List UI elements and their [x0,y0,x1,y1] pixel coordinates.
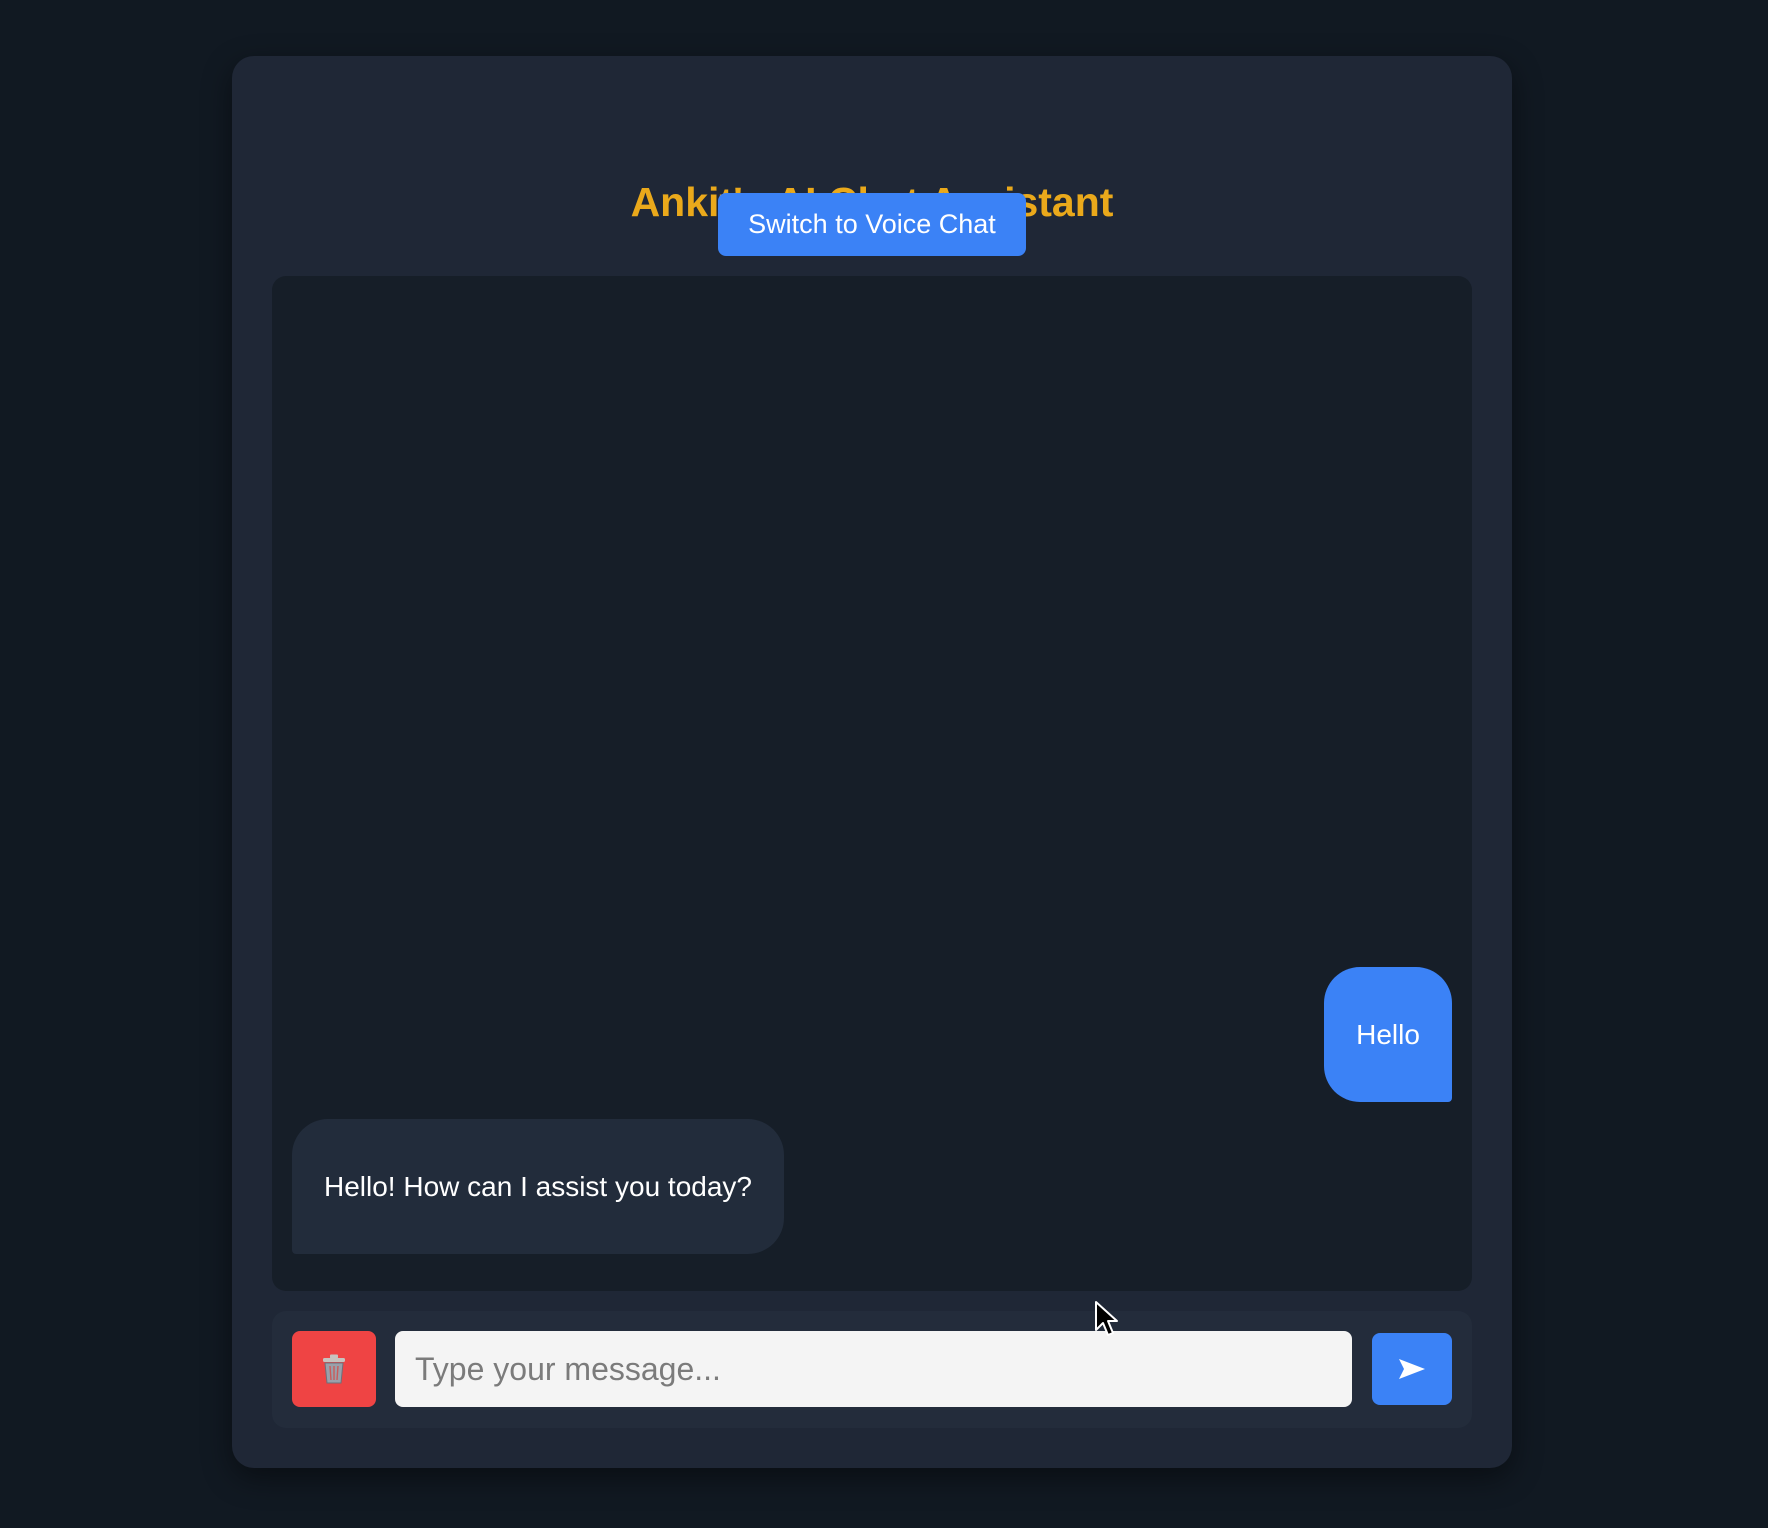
assistant-message-text: Hello! How can I assist you today? [324,1170,752,1202]
user-message-text: Hello [1356,1018,1420,1050]
trash-icon [323,1354,345,1384]
user-message: Hello [1324,967,1452,1102]
switch-to-voice-button[interactable]: Switch to Voice Chat [718,193,1026,256]
assistant-message: Hello! How can I assist you today? [292,1119,784,1254]
chat-card: Ankit's AI Chat Assistant Switch to Voic… [232,56,1512,1468]
send-button[interactable] [1372,1333,1452,1405]
chat-messages[interactable]: Hello Hello! How can I assist you today? [272,276,1472,1291]
composer-bar [272,1311,1472,1428]
clear-chat-button[interactable] [292,1331,376,1407]
send-arrow-icon [1399,1359,1425,1379]
message-input[interactable] [395,1331,1352,1407]
mouse-cursor-icon [1095,1301,1118,1336]
